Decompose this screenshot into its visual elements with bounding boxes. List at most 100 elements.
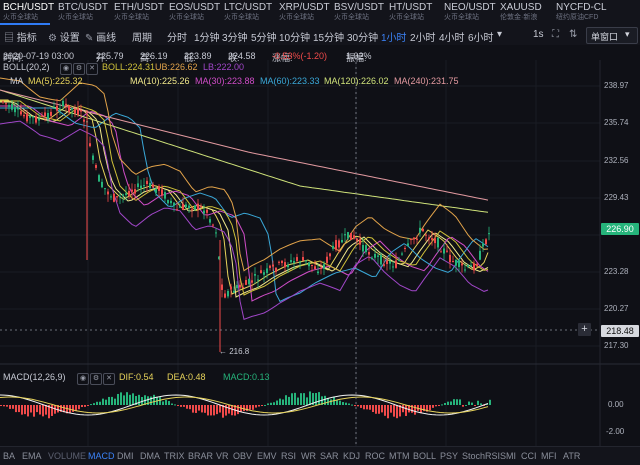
tab-ht-usdt[interactable]: HT/USDT 火币全球站 [389, 2, 432, 24]
tab-ltc-usdt[interactable]: LTC/USDT 火币全球站 [224, 2, 272, 24]
ma10-value: MA(10):225.26 [130, 76, 190, 86]
tab-btc-usdt[interactable]: BTC/USDT 火币全球站 [58, 2, 108, 24]
macd-bar [444, 402, 446, 405]
tab-bch-usdt[interactable]: BCH/USDT 火币全球站 [3, 2, 54, 24]
period-1h[interactable]: 1小时 [381, 29, 407, 44]
candle-body [428, 237, 430, 240]
candle-body [380, 255, 382, 265]
boll-close-icon[interactable]: ✕ [86, 63, 98, 75]
period-2h[interactable]: 2小时 [410, 29, 436, 44]
period-dropdown-icon[interactable]: ▾ [497, 29, 502, 40]
indicator-vr[interactable]: VR [216, 451, 229, 461]
indicator-cci[interactable]: CCI [521, 451, 537, 461]
indicator-trix[interactable]: TRIX [164, 451, 185, 461]
tab-xrp-usdt[interactable]: XRP/USDT 火币全球站 [279, 2, 330, 24]
macd-settings-icon[interactable]: ⚙ [90, 373, 102, 385]
kline-chart[interactable] [0, 60, 640, 446]
indicator-kdj[interactable]: KDJ [343, 451, 360, 461]
macd-bar [267, 403, 269, 405]
candle-body [407, 243, 409, 246]
period-1m[interactable]: 1分钟 [194, 29, 220, 44]
tab-nycfd-cl[interactable]: NYCFD-CL 纽约原油CFD [556, 2, 607, 24]
candle-body [398, 259, 400, 261]
fullscreen-icon[interactable]: ⛶ [552, 29, 559, 40]
candle-body [395, 260, 397, 268]
macd-panel [0, 391, 491, 419]
settings-button[interactable]: ⚙ 设置 [48, 29, 80, 44]
indicator-button[interactable]: ▤ 指标 [4, 29, 37, 44]
macd-bar [453, 399, 455, 405]
indicator-rsi[interactable]: RSI [281, 451, 296, 461]
indicator-wr[interactable]: WR [301, 451, 316, 461]
indicator-brar[interactable]: BRAR [188, 451, 213, 461]
period-5m[interactable]: 5分钟 [251, 29, 277, 44]
indicator-emv[interactable]: EMV [257, 451, 277, 461]
indicator-ba[interactable]: BA [3, 451, 15, 461]
tab-bsv-usdt[interactable]: BSV/USDT 火币全球站 [334, 2, 384, 24]
macd-close-icon[interactable]: ✕ [103, 373, 115, 385]
period-4h[interactable]: 4小时 [439, 29, 465, 44]
macd-bar [201, 405, 203, 413]
candle-body [485, 239, 487, 245]
period-15m[interactable]: 15分钟 [313, 29, 344, 44]
candle-body [134, 189, 136, 194]
candle-body [125, 193, 127, 195]
period-30m[interactable]: 30分钟 [347, 29, 378, 44]
indicator-mtm[interactable]: MTM [389, 451, 410, 461]
macd-bar [303, 393, 305, 405]
indicator-dma[interactable]: DMA [140, 451, 160, 461]
indicator-macd[interactable]: MACD [88, 451, 115, 461]
candle-body [287, 264, 289, 268]
tab-neo-usdt[interactable]: NEO/USDT 火币全球站 [444, 2, 496, 24]
candle-body [182, 203, 184, 210]
candle-body [128, 190, 130, 197]
period-fenshi[interactable]: 分时 [167, 29, 187, 44]
candle-body [239, 284, 241, 288]
period-3m[interactable]: 3分钟 [222, 29, 248, 44]
tab-xauusd[interactable]: XAUUSD 伦敦金·新浪 [500, 2, 542, 24]
indicator-volume[interactable]: VOLUME [48, 451, 86, 461]
candle-body [206, 209, 208, 213]
macd-bar [360, 405, 362, 408]
macd-bar [207, 405, 209, 416]
candle-body [62, 100, 64, 107]
indicator-smi[interactable]: SMI [500, 451, 516, 461]
indicator-atr[interactable]: ATR [563, 451, 580, 461]
indicator-dmi[interactable]: DMI [117, 451, 134, 461]
indicator-sar[interactable]: SAR [320, 451, 339, 461]
candle-body [176, 209, 178, 211]
candle-body [449, 254, 451, 263]
macd-bar [117, 393, 119, 405]
macd-bar [438, 405, 440, 406]
add-alert-button[interactable]: + [578, 323, 591, 336]
candle-body [431, 238, 433, 240]
indicator-ema[interactable]: EMA [22, 451, 42, 461]
indicator-boll[interactable]: BOLL [413, 451, 436, 461]
period-1s[interactable]: 1s [533, 29, 544, 40]
tab-eth-usdt[interactable]: ETH/USDT 火币全球站 [114, 2, 164, 24]
candle-body [377, 255, 379, 257]
tab-eos-usdt[interactable]: EOS/USDT 火币全球站 [169, 2, 220, 24]
price-tick: 217.30 [604, 341, 629, 350]
candle-body [422, 228, 424, 232]
macd-bar [72, 405, 74, 412]
macd-bar [111, 396, 113, 405]
macd-bar [96, 401, 98, 405]
ma5-value: MA(5):225.32 [28, 76, 83, 86]
indicator-roc[interactable]: ROC [365, 451, 385, 461]
indicator-stochrsi[interactable]: StochRSI [462, 451, 500, 461]
candle-body [59, 109, 61, 111]
period-10m[interactable]: 10分钟 [279, 29, 310, 44]
boll-visibility-icon[interactable]: ◉ [60, 63, 72, 75]
boll-settings-icon[interactable]: ⚙ [73, 63, 85, 75]
indicator-obv[interactable]: OBV [233, 451, 252, 461]
indicator-mfi[interactable]: MFI [541, 451, 557, 461]
compare-icon[interactable]: ⇅ [569, 29, 577, 40]
indicator-psy[interactable]: PSY [440, 451, 458, 461]
macd-visibility-icon[interactable]: ◉ [77, 373, 89, 385]
window-mode-select[interactable]: 单窗口 ▾ [586, 27, 638, 44]
boll-value: BOLL:224.31 [102, 62, 156, 72]
candle-body [296, 257, 298, 261]
draw-button[interactable]: ✎ 画线 [85, 29, 116, 44]
period-6h[interactable]: 6小时 [468, 29, 494, 44]
